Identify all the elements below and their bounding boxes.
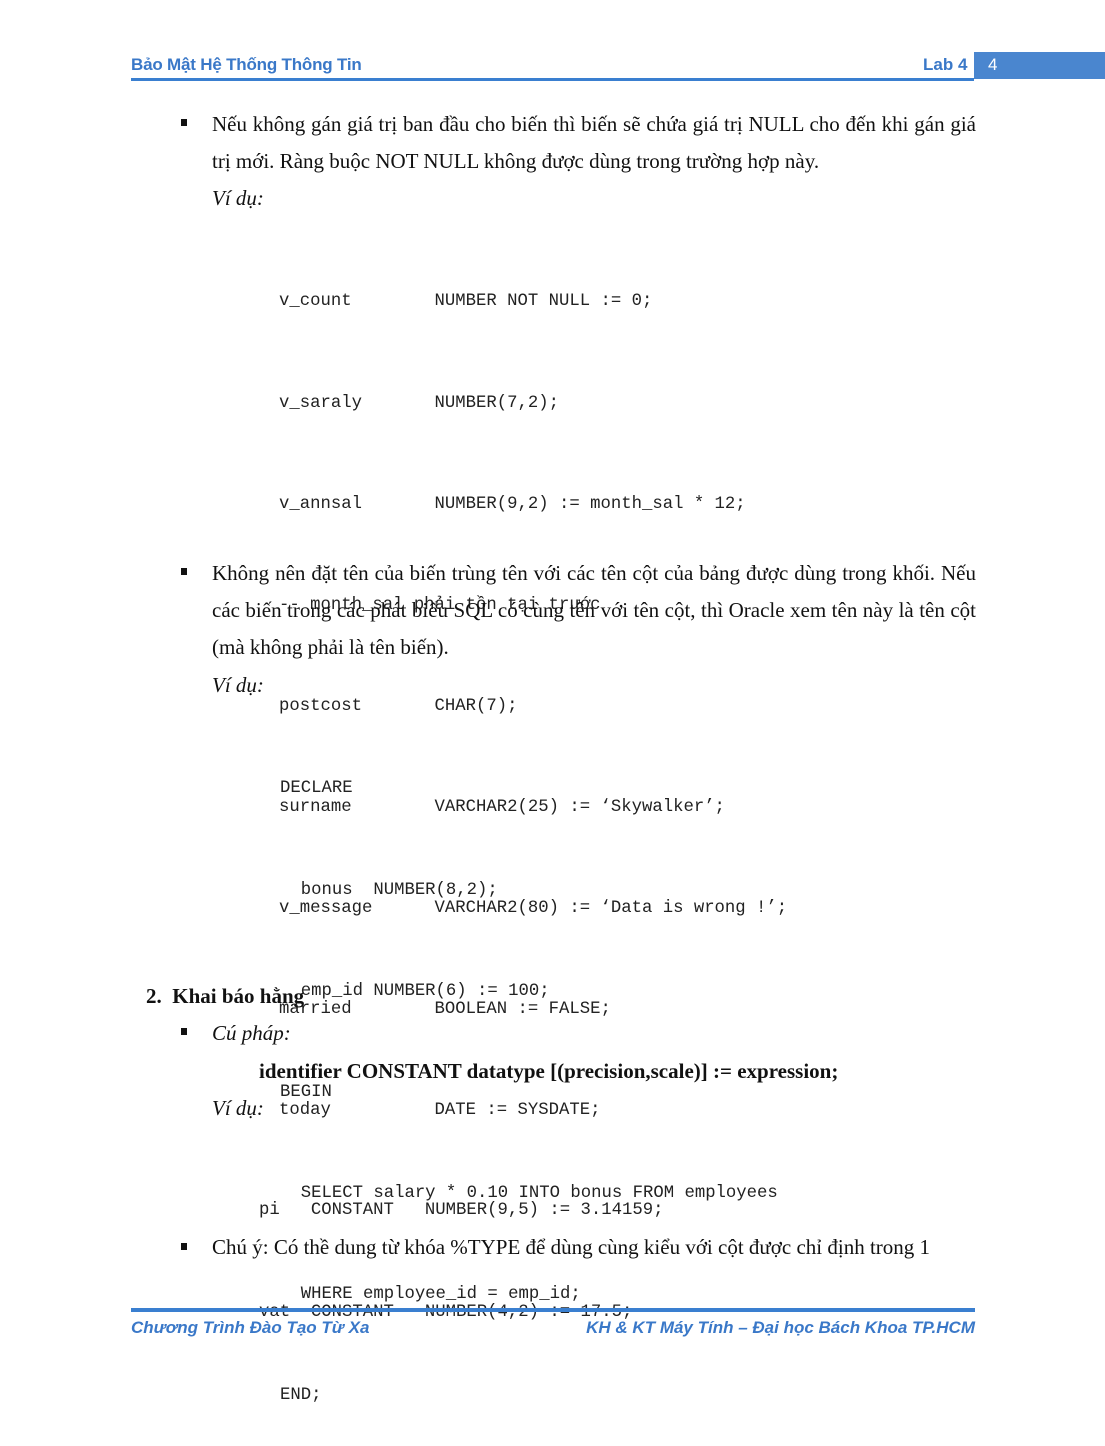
section-heading: 2. Khai báo hằng	[146, 984, 305, 1008]
document-title: Bảo Mật Hệ Thống Thông Tin	[131, 55, 362, 74]
paragraph-naming-rule: Không nên đặt tên của biến trùng tên với…	[212, 561, 976, 659]
note-paragraph: Chú ý: Có thề dung từ khóa %TYPE để dùng…	[212, 1235, 931, 1259]
bullet-icon	[181, 568, 187, 575]
syntax-label: Cú pháp:	[212, 1021, 291, 1045]
syntax-line: identifier CONSTANT datatype [(precision…	[259, 1059, 839, 1083]
page-number-box: 4	[974, 52, 1105, 79]
bullet-icon	[181, 1028, 187, 1035]
code-line: DECLARE	[280, 779, 353, 799]
code-line: v_annsal NUMBER(9,2) := month_sal * 12;	[279, 494, 746, 514]
example-label: Ví dụ:	[212, 186, 264, 210]
page-number: 4	[988, 55, 998, 74]
example-label: Ví dụ:	[212, 673, 264, 697]
example-label: Ví dụ:	[212, 1096, 264, 1120]
paragraph-null-init: Nếu không gán giá trị ban đầu cho biến t…	[212, 112, 976, 173]
lab-label: Lab 4	[923, 55, 968, 74]
footer-program: Chương Trình Đào Tạo Từ Xa	[131, 1318, 370, 1337]
header-rule	[131, 78, 974, 81]
code-line: END;	[280, 1386, 322, 1406]
code-line: pi CONSTANT NUMBER(9,5) := 3.14159;	[259, 1201, 664, 1221]
footer-institution: KH & KT Máy Tính – Đại học Bách Khoa TP.…	[586, 1318, 975, 1337]
code-line: bonus NUMBER(8,2);	[280, 880, 498, 900]
code-line: emp_id NUMBER(6) := 100;	[280, 981, 550, 1001]
footer-rule	[131, 1308, 975, 1312]
code-line: v_count NUMBER NOT NULL := 0;	[279, 292, 653, 312]
bullet-icon	[181, 119, 187, 126]
page-header: Bảo Mật Hệ Thống Thông Tin Lab 4 4	[131, 52, 1105, 81]
bullet-icon	[181, 1243, 187, 1250]
code-line: v_saraly NUMBER(7,2);	[279, 393, 560, 413]
